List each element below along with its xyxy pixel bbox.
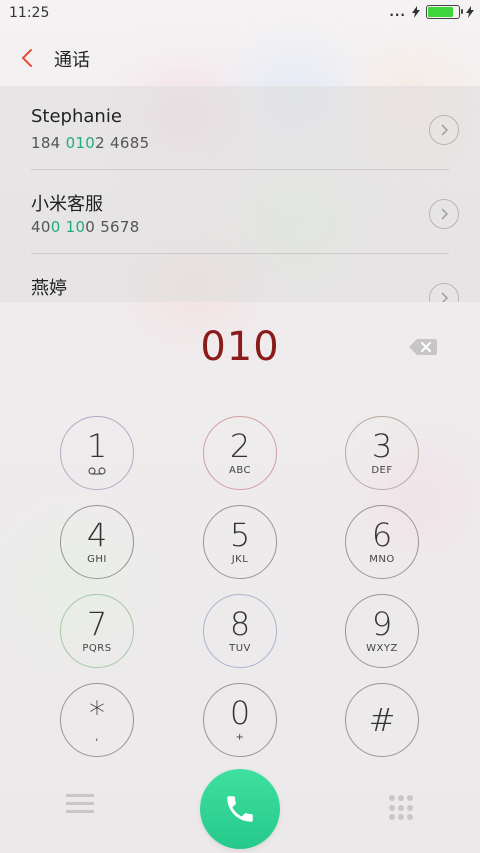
- dialpad-icon: [389, 814, 395, 821]
- dialpad-icon: [389, 804, 395, 811]
- key-digit: 7: [86, 604, 108, 643]
- phone-icon: [227, 796, 253, 822]
- key-letters: JKL: [231, 553, 249, 565]
- key-1[interactable]: 1: [60, 416, 134, 490]
- key-4[interactable]: 4 GHI: [60, 505, 134, 579]
- contact-name: Stephanie: [31, 106, 122, 127]
- contact-name: 小米客服: [31, 194, 103, 215]
- dialpad-icon: [389, 795, 395, 801]
- key-letters: DEF: [371, 464, 393, 476]
- key-3[interactable]: 3 DEF: [345, 416, 419, 490]
- status-time: 11:25: [9, 5, 50, 21]
- key-hash[interactable]: #: [345, 683, 419, 757]
- key-digit: 9: [371, 604, 393, 643]
- app-header: 通话: [0, 30, 480, 86]
- backspace-button[interactable]: [408, 337, 438, 357]
- key-0[interactable]: 0 +: [203, 683, 277, 757]
- charging-icon: [412, 6, 420, 18]
- bottom-bar: [0, 760, 480, 853]
- back-button[interactable]: [14, 44, 42, 72]
- key-digit: #: [368, 701, 396, 739]
- charging-icon: [466, 6, 474, 18]
- status-bar: 11:25 ...: [0, 0, 480, 30]
- contact-name: 燕婷: [31, 278, 67, 299]
- key-digit: 6: [371, 515, 393, 554]
- chevron-left-icon: [21, 49, 32, 67]
- contact-detail-button[interactable]: [429, 115, 459, 145]
- key-7[interactable]: 7 PQRS: [60, 594, 134, 668]
- dialpad-button[interactable]: [389, 795, 413, 821]
- key-letters: PQRS: [82, 642, 112, 654]
- chevron-right-icon: [441, 124, 448, 136]
- page-title: 通话: [54, 50, 90, 71]
- key-letters: ABC: [228, 464, 251, 476]
- battery-fill: [428, 7, 453, 17]
- key-letters: TUV: [229, 642, 251, 654]
- more-dots: ...: [389, 5, 406, 19]
- menu-icon: [66, 794, 94, 813]
- dialpad-icon: [398, 804, 404, 811]
- contact-row[interactable]: Stephanie 184 0102 4685: [0, 86, 480, 170]
- dialpad-icon: [407, 804, 413, 811]
- key-digit: 1: [86, 427, 108, 465]
- key-9[interactable]: 9 WXYZ: [345, 594, 419, 668]
- key-letters: MNO: [369, 553, 395, 565]
- key-digit: 8: [229, 604, 251, 643]
- menu-button[interactable]: [66, 794, 94, 816]
- key-digit: 2: [229, 426, 251, 465]
- key-2[interactable]: 2 ABC: [203, 416, 277, 490]
- key-letters: WXYZ: [366, 642, 398, 654]
- key-digit: *: [89, 693, 105, 732]
- battery-icon: [426, 5, 463, 19]
- key-letters: GHI: [87, 553, 107, 565]
- contact-number: 184 0102 4685: [31, 134, 150, 152]
- dial-display: 010: [0, 318, 480, 378]
- dialpad-icon: [398, 795, 404, 801]
- contact-row[interactable]: 小米客服 400 100 5678: [0, 170, 480, 254]
- key-6[interactable]: 6 MNO: [345, 505, 419, 579]
- key-digit: 4: [86, 515, 108, 554]
- key-5[interactable]: 5 JKL: [203, 505, 277, 579]
- contact-detail-button[interactable]: [429, 199, 459, 229]
- dialpad-icon: [407, 795, 413, 801]
- chevron-right-icon: [441, 208, 448, 220]
- backspace-icon: [409, 339, 437, 355]
- key-digit: 3: [371, 426, 393, 465]
- chevron-right-icon: [441, 292, 448, 302]
- key-digit: 5: [229, 515, 251, 554]
- contact-number: 400 100 5678: [31, 218, 140, 236]
- contact-suggestions: Stephanie 184 0102 4685 小米客服 400 100 567…: [0, 86, 480, 302]
- status-icons: ...: [389, 5, 474, 19]
- contact-detail-button[interactable]: [429, 283, 459, 302]
- key-8[interactable]: 8 TUV: [203, 594, 277, 668]
- key-star[interactable]: * ,: [60, 683, 134, 757]
- dialpad-icon: [398, 814, 404, 821]
- key-digit: 0: [229, 693, 251, 732]
- dialpad-icon: [407, 814, 413, 821]
- key-letters: +: [235, 731, 245, 743]
- contact-row[interactable]: 燕婷: [0, 254, 480, 302]
- call-button[interactable]: [200, 769, 280, 849]
- key-letters: ,: [95, 731, 99, 743]
- voicemail-icon: [88, 467, 106, 475]
